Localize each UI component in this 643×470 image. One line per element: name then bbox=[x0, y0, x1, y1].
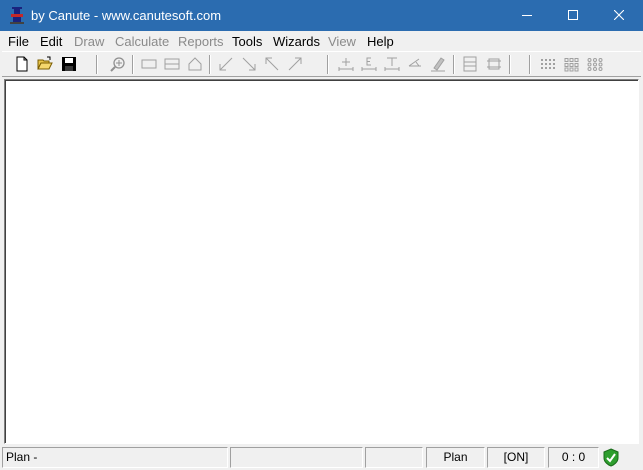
minimize-button[interactable] bbox=[504, 0, 550, 31]
menu-bar: File Edit Draw Calculate Reports Tools W… bbox=[0, 31, 643, 51]
split-rectangle-button[interactable] bbox=[162, 54, 182, 74]
menu-reports[interactable]: Reports bbox=[178, 34, 224, 49]
dimension-angle-icon bbox=[408, 58, 421, 67]
toolbar-separator bbox=[453, 55, 455, 74]
zoom-icon bbox=[110, 57, 125, 72]
house-button[interactable] bbox=[185, 54, 205, 74]
window-title: by Canute - www.canutesoft.com bbox=[31, 8, 222, 23]
arrow-down-left-icon bbox=[219, 57, 233, 71]
status-toggle-panel[interactable]: [ON] bbox=[487, 447, 545, 468]
arrow-up-left-icon bbox=[265, 57, 279, 71]
layers-icon bbox=[463, 56, 477, 72]
toolbar bbox=[2, 51, 641, 77]
status-mode-panel: Plan bbox=[426, 447, 485, 468]
grid-dense-button[interactable] bbox=[538, 54, 558, 74]
zoom-button[interactable] bbox=[108, 54, 128, 74]
stretch-button[interactable] bbox=[484, 54, 504, 74]
grid-medium-button[interactable] bbox=[562, 54, 582, 74]
toolbar-separator bbox=[529, 55, 531, 74]
title-bar[interactable]: by Canute - www.canutesoft.com bbox=[0, 0, 643, 31]
dimension-e-button[interactable] bbox=[359, 54, 379, 74]
status-message: Plan - bbox=[6, 450, 38, 464]
stretch-icon bbox=[487, 58, 501, 70]
maximize-button[interactable] bbox=[550, 0, 596, 31]
menu-help[interactable]: Help bbox=[367, 34, 394, 49]
rectangle-button[interactable] bbox=[139, 54, 159, 74]
close-icon bbox=[614, 10, 624, 20]
layers-button[interactable] bbox=[460, 54, 480, 74]
toolbar-separator bbox=[509, 55, 511, 74]
status-panel-2 bbox=[230, 447, 363, 468]
status-mode: Plan bbox=[443, 450, 468, 464]
menu-tools[interactable]: Tools bbox=[232, 34, 262, 49]
arrow-down-right-icon bbox=[242, 57, 256, 71]
rectangle-icon bbox=[141, 59, 157, 69]
toolbar-separator bbox=[209, 55, 211, 74]
minimize-icon bbox=[522, 15, 532, 16]
toolbar-separator bbox=[96, 55, 98, 74]
dimension-plus-button[interactable] bbox=[336, 54, 356, 74]
arrow-up-right-button[interactable] bbox=[285, 54, 305, 74]
dimension-t-button[interactable] bbox=[382, 54, 402, 74]
grid-medium-icon bbox=[564, 58, 579, 72]
house-icon bbox=[188, 57, 202, 71]
menu-edit[interactable]: Edit bbox=[40, 34, 62, 49]
close-button[interactable] bbox=[596, 0, 642, 31]
status-message-panel: Plan - bbox=[2, 447, 228, 468]
dimension-e-icon bbox=[361, 57, 377, 71]
menu-wizards[interactable]: Wizards bbox=[273, 34, 320, 49]
dimension-plus-icon bbox=[338, 58, 354, 71]
check-ok-icon bbox=[603, 448, 619, 467]
dimension-angle-button[interactable] bbox=[405, 54, 425, 74]
save-disk-icon bbox=[62, 57, 76, 71]
status-toggle: [ON] bbox=[503, 450, 529, 464]
menu-view[interactable]: View bbox=[328, 34, 356, 49]
new-button[interactable] bbox=[12, 54, 32, 74]
open-button[interactable] bbox=[35, 54, 55, 74]
app-logo-icon bbox=[10, 7, 24, 24]
menu-file[interactable]: File bbox=[8, 34, 29, 49]
grid-dense-icon bbox=[541, 59, 555, 69]
split-rectangle-icon bbox=[164, 58, 180, 70]
dimension-t-icon bbox=[384, 57, 400, 71]
arrow-down-left-button[interactable] bbox=[216, 54, 236, 74]
toolbar-separator bbox=[132, 55, 134, 74]
open-folder-icon bbox=[37, 56, 53, 70]
grid-sparse-icon bbox=[587, 58, 603, 71]
arrow-down-right-button[interactable] bbox=[239, 54, 259, 74]
menu-calculate[interactable]: Calculate bbox=[115, 34, 169, 49]
arrow-up-right-icon bbox=[288, 57, 302, 71]
menu-draw[interactable]: Draw bbox=[74, 34, 104, 49]
new-document-icon bbox=[16, 56, 28, 72]
status-bar: Plan - Plan [ON] 0 : 0 bbox=[0, 446, 643, 470]
arrow-up-left-button[interactable] bbox=[262, 54, 282, 74]
toolbar-separator bbox=[327, 55, 329, 74]
maximize-icon bbox=[568, 10, 578, 20]
save-button[interactable] bbox=[59, 54, 79, 74]
drawing-canvas[interactable] bbox=[4, 79, 639, 444]
status-coords: 0 : 0 bbox=[561, 450, 586, 464]
eraser-button[interactable] bbox=[428, 54, 448, 74]
grid-sparse-button[interactable] bbox=[585, 54, 605, 74]
eraser-icon bbox=[431, 57, 445, 72]
status-panel-3 bbox=[365, 447, 423, 468]
status-coords-panel: 0 : 0 bbox=[548, 447, 599, 468]
